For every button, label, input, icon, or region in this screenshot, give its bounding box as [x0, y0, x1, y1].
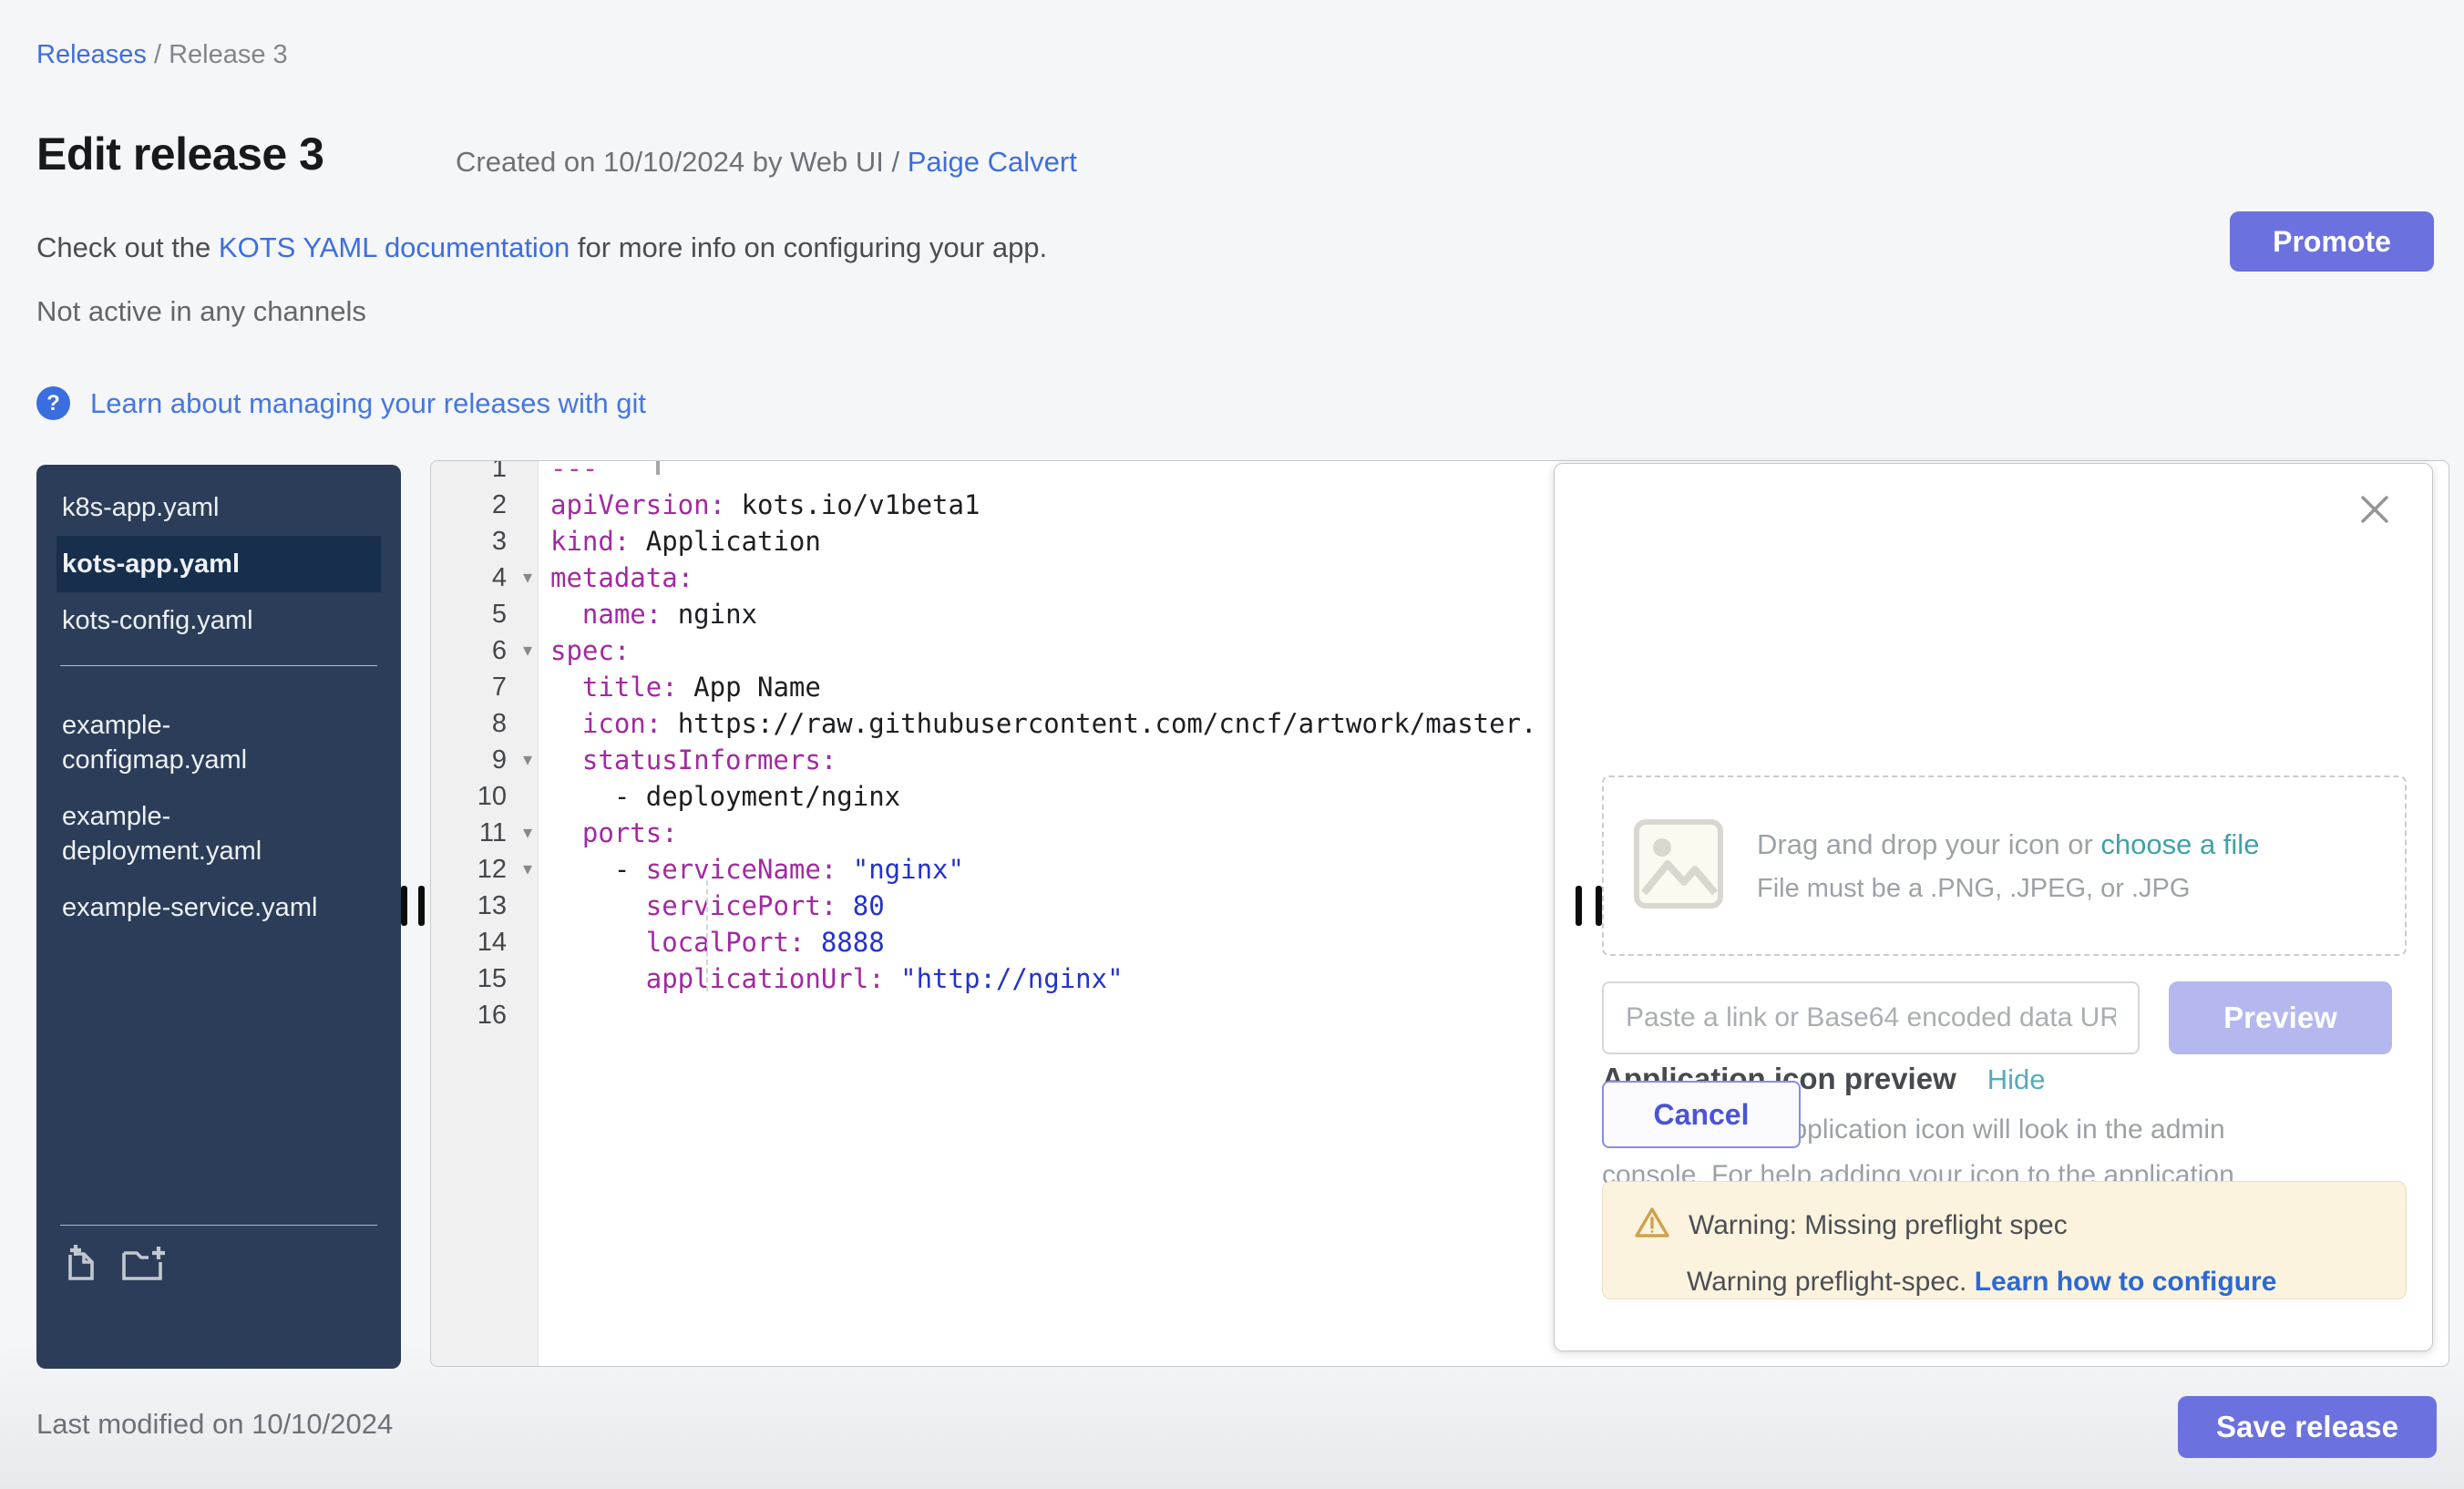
file-tab[interactable]: k8s-app.yaml — [56, 479, 381, 536]
gutter-line-number: 1 — [431, 460, 538, 487]
choose-file-link[interactable]: choose a file — [2100, 828, 2259, 860]
warning-title: Warning: Missing preflight spec — [1689, 1210, 2068, 1241]
indent-guide — [706, 880, 708, 991]
preview-button[interactable]: Preview — [2169, 981, 2392, 1054]
icon-url-row: Preview — [1602, 981, 2392, 1054]
icon-dropzone[interactable]: Drag and drop your icon or choose a file… — [1602, 775, 2407, 956]
last-modified-text: Last modified on 10/10/2024 — [36, 1408, 393, 1441]
sidebar-resize-handle-bar1[interactable] — [401, 886, 407, 926]
gutter-lines: 1234▾56▾789▾1011▾12▾13141516 — [431, 460, 538, 1033]
warning-detail: Warning preflight-spec. Learn how to con… — [1687, 1267, 2375, 1298]
sidebar-divider — [60, 665, 377, 666]
file-tab[interactable]: example- deployment.yaml — [56, 788, 381, 879]
new-folder-icon[interactable] — [120, 1242, 168, 1289]
gutter-line-number: 4▾ — [431, 560, 538, 596]
sidebar-resize-handle-bar2[interactable] — [418, 886, 425, 926]
gutter-line-number: 7 — [431, 669, 538, 705]
kots-yaml-docs-link[interactable]: KOTS YAML documentation — [219, 231, 570, 263]
close-icon[interactable] — [2359, 494, 2390, 525]
question-circle-icon: ? — [36, 386, 70, 420]
warning-detail-text: Warning preflight-spec. — [1687, 1267, 1975, 1297]
file-tab[interactable]: example-service.yaml — [56, 879, 381, 936]
icon-url-input[interactable] — [1602, 981, 2140, 1054]
breadcrumb-releases-link[interactable]: Releases — [36, 40, 147, 69]
new-file-icon[interactable] — [60, 1242, 102, 1289]
created-text: Created on 10/10/2024 by Web UI / — [456, 146, 908, 178]
file-tab[interactable]: kots-config.yaml — [56, 592, 381, 649]
file-sidebar: k8s-app.yamlkots-app.yamlkots-config.yam… — [36, 465, 401, 1369]
docs-line: Check out the KOTS YAML documentation fo… — [36, 231, 1047, 264]
file-tab[interactable]: kots-app.yaml — [56, 536, 381, 592]
created-line: Created on 10/10/2024 by Web UI / Paige … — [456, 146, 1077, 179]
dropzone-line1: Drag and drop your icon or — [1757, 828, 2100, 860]
text-cursor — [656, 460, 660, 475]
gutter-line-number: 16 — [431, 997, 538, 1033]
channel-status: Not active in any channels — [36, 295, 366, 328]
gutter-line-number: 12▾ — [431, 851, 538, 888]
help-panel: Help Application icon preview Hide See h… — [1554, 463, 2433, 1351]
preflight-warning-box: Warning: Missing preflight spec Warning … — [1602, 1181, 2407, 1299]
cancel-button[interactable]: Cancel — [1602, 1081, 1801, 1148]
fold-arrow-icon[interactable]: ▾ — [523, 851, 532, 888]
gutter-line-number: 15 — [431, 960, 538, 997]
release-editor-page: Releases / Release 3 Edit release 3 Crea… — [0, 0, 2464, 1489]
fold-arrow-icon[interactable]: ▾ — [523, 815, 532, 851]
hide-link[interactable]: Hide — [1987, 1063, 2046, 1096]
save-release-button[interactable]: Save release — [2178, 1396, 2437, 1458]
fold-arrow-icon[interactable]: ▾ — [523, 742, 532, 778]
image-placeholder-icon — [1633, 818, 1724, 914]
page-title: Edit release 3 — [36, 128, 323, 180]
gutter-line-number: 13 — [431, 888, 538, 924]
file-list-bottom: example- configmap.yamlexample- deployme… — [36, 683, 401, 936]
file-tab[interactable]: example- configmap.yaml — [56, 697, 381, 788]
gutter-line-number: 9▾ — [431, 742, 538, 778]
file-list-top: k8s-app.yamlkots-app.yamlkots-config.yam… — [36, 465, 401, 649]
dropzone-text: Drag and drop your icon or choose a file… — [1757, 828, 2259, 904]
learn-how-to-configure-link[interactable]: Learn how to configure — [1975, 1267, 2277, 1297]
gutter-line-number: 8 — [431, 705, 538, 742]
gutter-line-number: 10 — [431, 778, 538, 815]
help-resize-handle-bar2[interactable] — [1596, 886, 1602, 926]
docs-prefix: Check out the — [36, 231, 219, 263]
warning-triangle-icon — [1634, 1206, 1670, 1245]
gutter-line-number: 2 — [431, 487, 538, 523]
promote-button[interactable]: Promote — [2230, 211, 2434, 272]
gutter-line-number: 14 — [431, 924, 538, 960]
sidebar-footer — [60, 1225, 377, 1289]
fold-arrow-icon[interactable]: ▾ — [523, 560, 532, 596]
breadcrumb: Releases / Release 3 — [36, 40, 288, 70]
gutter-line-number: 3 — [431, 523, 538, 560]
git-releases-link[interactable]: Learn about managing your releases with … — [90, 387, 646, 420]
git-help-row: ? Learn about managing your releases wit… — [36, 386, 646, 420]
breadcrumb-current: Release 3 — [169, 40, 288, 69]
gutter-line-number: 5 — [431, 596, 538, 632]
author-link[interactable]: Paige Calvert — [908, 146, 1077, 178]
dropzone-line2: File must be a .PNG, .JPEG, or .JPG — [1757, 874, 2259, 904]
editor-gutter: 1234▾56▾789▾1011▾12▾13141516 — [431, 461, 539, 1366]
gutter-line-number: 11▾ — [431, 815, 538, 851]
docs-suffix: for more info on configuring your app. — [570, 231, 1047, 263]
help-resize-handle-bar1[interactable] — [1576, 886, 1582, 926]
gutter-line-number: 6▾ — [431, 632, 538, 669]
fold-arrow-icon[interactable]: ▾ — [523, 632, 532, 669]
breadcrumb-separator: / — [147, 40, 169, 69]
